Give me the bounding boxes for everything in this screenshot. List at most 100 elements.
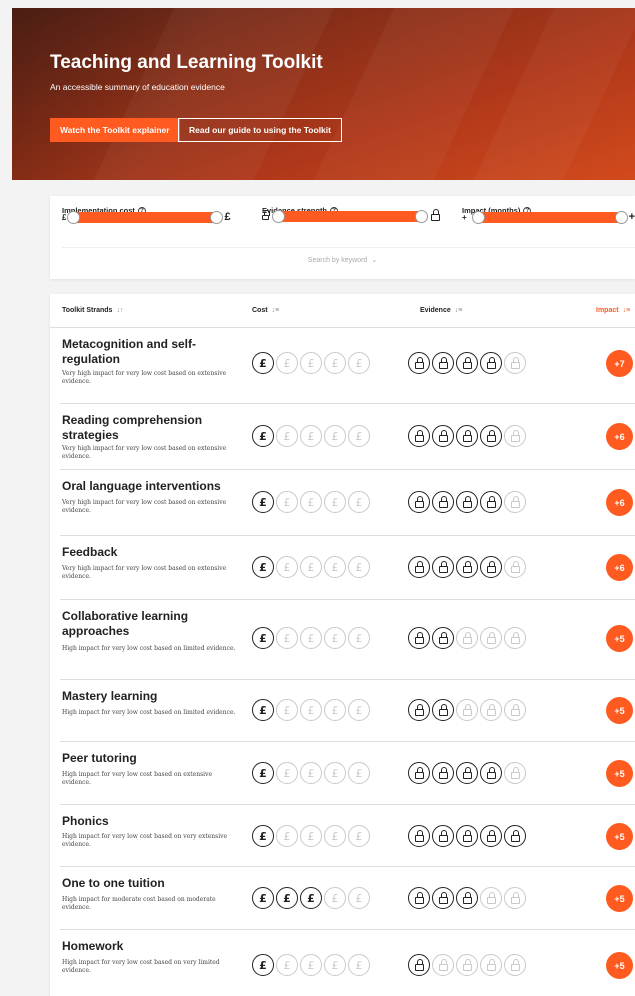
cost-column-header[interactable]: Cost ↓≡ <box>252 307 279 314</box>
evidence-rating <box>408 352 526 374</box>
lock-icon <box>456 699 478 721</box>
lock-icon <box>456 887 478 909</box>
strand-title[interactable]: Peer tutoring <box>62 751 222 766</box>
pound-icon: £ <box>348 556 370 578</box>
cost-slider-max-handle[interactable] <box>210 210 224 224</box>
cost-rating: £ £ £ £ £ <box>252 627 370 649</box>
page-subtitle: An accessible summary of education evide… <box>50 82 225 92</box>
evidence-slider-min-handle[interactable] <box>272 210 285 223</box>
lock-icon <box>480 825 502 847</box>
lock-icon <box>480 352 502 374</box>
cost-slider-track[interactable] <box>67 210 224 224</box>
cost-rating: £ £ £ £ £ <box>252 352 370 374</box>
page-title: Teaching and Learning Toolkit <box>50 52 323 73</box>
evidence-slider-track[interactable] <box>272 210 428 223</box>
impact-badge: +6 <box>606 489 633 516</box>
pound-icon: £ <box>276 556 298 578</box>
pound-icon: £ <box>324 627 346 649</box>
strand-column-header[interactable]: Toolkit Strands ↓↑ <box>62 307 123 314</box>
strand-title[interactable]: Reading comprehension strategies <box>62 413 222 443</box>
evidence-slider[interactable] <box>262 208 440 223</box>
evidence-rating <box>408 627 526 649</box>
pound-icon: £ <box>252 699 274 721</box>
impact-badge: +5 <box>606 823 633 850</box>
lock-icon <box>432 699 454 721</box>
pound-icon: £ <box>324 699 346 721</box>
lock-icon <box>432 556 454 578</box>
impact-slider-max-handle[interactable] <box>614 210 628 224</box>
cost-max-symbol: £ <box>224 211 231 223</box>
evidence-slider-max-handle[interactable] <box>415 210 428 223</box>
pound-icon: £ <box>300 825 322 847</box>
lock-icon <box>456 954 478 976</box>
evidence-rating <box>408 491 526 513</box>
table-row[interactable]: Collaborative learning approaches High im… <box>60 600 635 680</box>
evidence-rating <box>408 556 526 578</box>
impact-slider-min-handle[interactable] <box>471 210 485 224</box>
search-by-keyword-toggle[interactable]: Search by keyword ⌄ <box>50 256 635 265</box>
strand-title[interactable]: One to one tuition <box>62 876 222 891</box>
table-row[interactable]: Metacognition and self-regulation Very hi… <box>60 328 635 404</box>
strand-description: Very high impact for very low cost based… <box>62 445 227 460</box>
pound-icon: £ <box>252 491 274 513</box>
lock-icon <box>456 556 478 578</box>
pound-icon: £ <box>324 491 346 513</box>
lock-icon <box>480 491 502 513</box>
pound-icon: £ <box>276 425 298 447</box>
lock-icon <box>408 627 430 649</box>
pound-icon: £ <box>300 887 322 909</box>
strand-title[interactable]: Oral language interventions <box>62 479 222 494</box>
impact-slider-track[interactable] <box>471 210 628 224</box>
lock-icon <box>408 825 430 847</box>
strand-title[interactable]: Metacognition and self-regulation <box>62 337 222 367</box>
chevron-down-icon: ⌄ <box>371 257 378 264</box>
read-guide-button[interactable]: Read our guide to using the Toolkit <box>178 118 342 142</box>
strand-title[interactable]: Phonics <box>62 814 222 829</box>
pound-icon: £ <box>324 352 346 374</box>
strand-title[interactable]: Collaborative learning approaches <box>62 609 222 639</box>
lock-icon <box>480 887 502 909</box>
pound-icon: £ <box>252 825 274 847</box>
table-row[interactable]: Homework High impact for very low cost ba… <box>60 930 635 996</box>
pound-icon: £ <box>348 954 370 976</box>
evidence-rating <box>408 762 526 784</box>
sort-icon: ↓≡ <box>454 307 463 314</box>
strand-title[interactable]: Feedback <box>62 545 222 560</box>
pound-icon: £ <box>324 556 346 578</box>
table-row[interactable]: Mastery learning High impact for very low… <box>60 680 635 742</box>
strand-title[interactable]: Homework <box>62 939 222 954</box>
table-row[interactable]: Peer tutoring High impact for very low co… <box>60 742 635 805</box>
lock-icon <box>432 825 454 847</box>
pound-icon: £ <box>324 954 346 976</box>
cost-slider-min-handle[interactable] <box>67 210 81 224</box>
pound-icon: £ <box>276 699 298 721</box>
pound-icon: £ <box>324 425 346 447</box>
lock-icon <box>456 352 478 374</box>
table-row[interactable]: Feedback Very high impact for very low co… <box>60 536 635 600</box>
hero-facet <box>80 8 344 180</box>
watch-explainer-button[interactable]: Watch the Toolkit explainer <box>50 118 180 142</box>
pound-icon: £ <box>348 627 370 649</box>
evidence-column-header[interactable]: Evidence ↓≡ <box>420 307 462 314</box>
cost-slider[interactable]: £ £ <box>62 210 231 224</box>
lock-icon <box>504 762 526 784</box>
cost-rating: £ £ £ £ £ <box>252 887 370 909</box>
strand-description: High impact for very low cost based on v… <box>62 833 228 848</box>
strand-description: High impact for moderate cost based on m… <box>62 896 216 911</box>
lock-icon <box>408 887 430 909</box>
table-row[interactable]: Phonics High impact for very low cost bas… <box>60 805 635 867</box>
table-row[interactable]: One to one tuition High impact for modera… <box>60 867 635 930</box>
pound-icon: £ <box>300 627 322 649</box>
table-row[interactable]: Reading comprehension strategies Very hig… <box>60 404 635 470</box>
pound-icon: £ <box>348 762 370 784</box>
table-header: Toolkit Strands ↓↑ Cost ↓≡ Evidence ↓≡ I… <box>50 294 635 328</box>
lock-icon <box>480 556 502 578</box>
impact-column-header[interactable]: Impact ↓≡ <box>596 307 630 314</box>
cost-min-symbol: £ <box>62 212 67 222</box>
table-row[interactable]: Oral language interventions Very high imp… <box>60 470 635 536</box>
strand-title[interactable]: Mastery learning <box>62 689 222 704</box>
lock-icon <box>480 954 502 976</box>
impact-slider[interactable]: + + <box>462 210 635 224</box>
pound-icon: £ <box>348 887 370 909</box>
strand-description: High impact for very low cost based on v… <box>62 959 220 974</box>
